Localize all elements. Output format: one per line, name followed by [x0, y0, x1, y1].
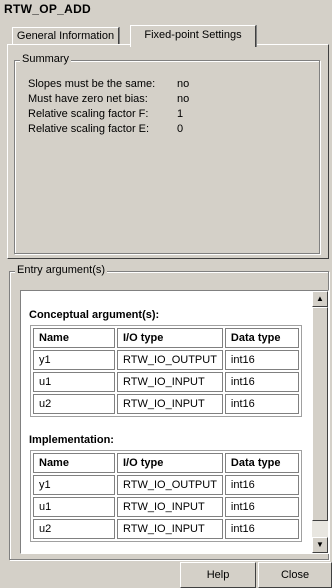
table-row: y1 RTW_IO_OUTPUT int16 [33, 350, 299, 370]
column-header-data-type: Data type [224, 328, 299, 348]
implementation-title: Implementation: [29, 434, 114, 446]
tab-fixed-point-settings[interactable]: Fixed-point Settings [130, 25, 256, 47]
summary-value: 0 [177, 123, 184, 135]
cell-io-type: RTW_IO_OUTPUT [117, 350, 223, 370]
cell-data-type: int16 [224, 394, 299, 414]
summary-label: Relative scaling factor F: [28, 108, 149, 120]
implementation-table: Name I/O type Data type y1 RTW_IO_OUTPUT… [30, 450, 302, 542]
table-header-row: Name I/O type Data type [33, 328, 299, 348]
summary-group-label: Summary [20, 53, 72, 65]
table-header-row: Name I/O type Data type [33, 453, 299, 473]
scroll-up-arrow-icon[interactable]: ▲ [312, 291, 328, 307]
summary-label: Relative scaling factor E: [28, 123, 150, 135]
table-row: u2 RTW_IO_INPUT int16 [33, 519, 299, 539]
tab-panel: Summary Slopes must be the same: no Must… [7, 44, 329, 259]
column-header-name: Name [33, 328, 115, 348]
summary-value: no [177, 78, 190, 90]
scroll-down-arrow-icon[interactable]: ▼ [312, 537, 328, 553]
cell-io-type: RTW_IO_INPUT [117, 372, 223, 392]
cell-name: u2 [33, 394, 115, 414]
table-row: u1 RTW_IO_INPUT int16 [33, 497, 299, 517]
cell-data-type: int16 [224, 519, 299, 539]
entry-arguments-content: Conceptual argument(s): Name I/O type Da… [21, 291, 311, 553]
column-header-io-type: I/O type [117, 328, 223, 348]
cell-name: u1 [33, 497, 115, 517]
cell-data-type: int16 [224, 475, 299, 495]
cell-io-type: RTW_IO_INPUT [117, 497, 223, 517]
conceptual-title: Conceptual argument(s): [29, 309, 160, 321]
scrollbar-thumb[interactable] [312, 307, 328, 521]
tab-general-information[interactable]: General Information [12, 27, 119, 44]
summary-label: Slopes must be the same: [28, 78, 156, 90]
help-button[interactable]: Help [180, 562, 256, 588]
cell-data-type: int16 [224, 372, 299, 392]
conceptual-table: Name I/O type Data type y1 RTW_IO_OUTPUT… [30, 325, 302, 417]
summary-value: 1 [177, 108, 184, 120]
close-button[interactable]: Close [258, 562, 332, 588]
cell-data-type: int16 [224, 350, 299, 370]
entry-arguments-scroll-pane[interactable]: Conceptual argument(s): Name I/O type Da… [20, 290, 329, 554]
column-header-data-type: Data type [224, 453, 299, 473]
window-title: RTW_OP_ADD [4, 2, 92, 16]
table-row: y1 RTW_IO_OUTPUT int16 [33, 475, 299, 495]
cell-io-type: RTW_IO_INPUT [117, 394, 223, 414]
vertical-scrollbar[interactable]: ▲ ▼ [312, 291, 328, 553]
cell-name: y1 [33, 350, 115, 370]
table-row: u2 RTW_IO_INPUT int16 [33, 394, 299, 414]
column-header-io-type: I/O type [117, 453, 223, 473]
cell-io-type: RTW_IO_OUTPUT [117, 475, 223, 495]
cell-name: y1 [33, 475, 115, 495]
column-header-name: Name [33, 453, 115, 473]
cell-data-type: int16 [224, 497, 299, 517]
cell-name: u1 [33, 372, 115, 392]
entry-arguments-group-label: Entry argument(s) [15, 264, 108, 276]
table-row: u1 RTW_IO_INPUT int16 [33, 372, 299, 392]
cell-name: u2 [33, 519, 115, 539]
summary-label: Must have zero net bias: [28, 93, 148, 105]
cell-io-type: RTW_IO_INPUT [117, 519, 223, 539]
summary-value: no [177, 93, 190, 105]
